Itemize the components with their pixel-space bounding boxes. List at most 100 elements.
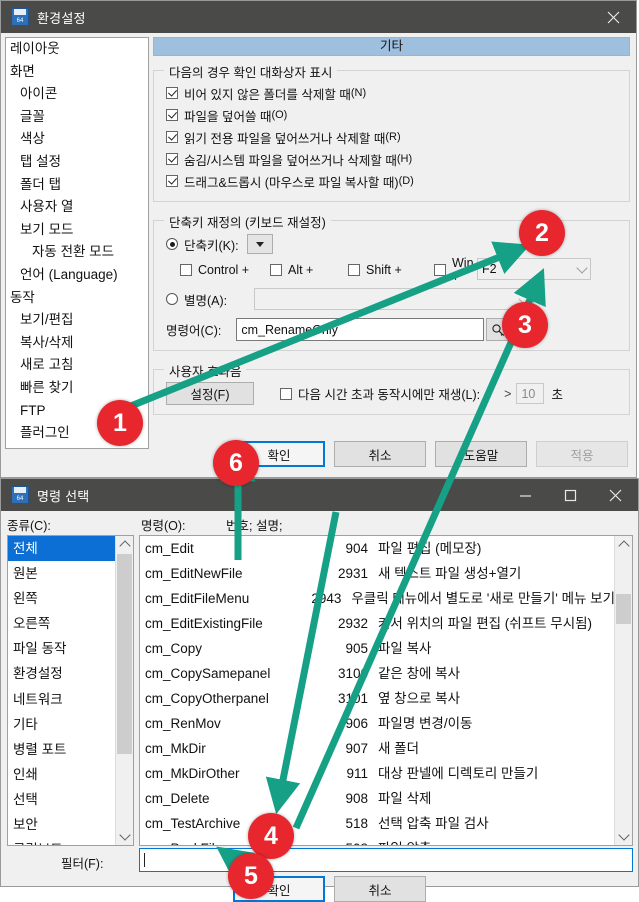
modifier-alt[interactable]: Alt + (270, 263, 313, 277)
hotkey-key-chevron-icon[interactable] (576, 262, 588, 278)
category-item-4[interactable]: 파일 동작 (8, 636, 116, 661)
close-icon[interactable] (593, 479, 638, 511)
command-clear-button[interactable] (514, 318, 539, 341)
checkbox[interactable] (434, 264, 446, 276)
sound-timeout-checkbox[interactable] (280, 387, 292, 400)
category-item-0[interactable]: 전체 (8, 536, 116, 562)
tree-item-1[interactable]: 화면 (6, 61, 148, 84)
command-button-0[interactable]: 확인 (233, 876, 325, 902)
command-row-4[interactable]: cm_Copy 905 파일 복사 (140, 636, 615, 661)
sound-settings-button[interactable]: 설정(F) (166, 382, 254, 405)
tree-item-3[interactable]: 글꼴 (6, 106, 148, 129)
command-row-12[interactable]: cm_PackFiles508파일 압축 (140, 836, 615, 845)
checkbox[interactable] (180, 264, 192, 276)
category-item-8[interactable]: 병렬 포트 (8, 737, 116, 762)
radio-hotkey[interactable] (166, 238, 178, 250)
scroll-up-icon[interactable] (116, 536, 133, 553)
command-row-9[interactable]: cm_MkDirOther 911 대상 판넬에 디렉토리 만들기 (140, 761, 615, 786)
confirm-checkbox-row-1[interactable]: 파일을 덮어쓸 때 (O) (166, 105, 619, 125)
category-item-2[interactable]: 왼쪽 (8, 586, 116, 611)
command-scrollbar[interactable] (614, 536, 632, 845)
alias-chevron-icon[interactable] (518, 293, 530, 309)
command-row-6[interactable]: cm_CopyOtherpanel 3101 옆 창으로 복사 (140, 686, 615, 711)
radio-alias[interactable] (166, 293, 178, 305)
command-row-8[interactable]: cm_MkDir 907 새 폴더 (140, 736, 615, 761)
settings-tree[interactable]: 레이아웃 화면 아이콘 글꼴 색상 탭 설정 폴더 탭 사용자 열 보기 모드 자동 전환 모드 언… (5, 37, 149, 449)
tree-item-14[interactable]: 새로 고침 (6, 354, 148, 377)
command-window-controls (503, 479, 638, 511)
tree-item-2[interactable]: 아이콘 (6, 83, 148, 106)
command-row-0[interactable]: cm_Edit 904 파일 편집 (메모장) (140, 536, 615, 561)
tree-item-9[interactable]: 자동 전환 모드 (6, 241, 148, 264)
command-field[interactable]: cm_RenameOnly (236, 318, 485, 341)
tree-item-12[interactable]: 보기/편집 (6, 309, 148, 332)
command-row-1[interactable]: cm_EditNewFile 2931 새 텍스트 파일 생성+열기 (140, 561, 615, 586)
checkbox[interactable] (166, 109, 178, 121)
checkbox[interactable] (348, 264, 360, 276)
settings-button-0[interactable]: 확인 (233, 441, 325, 467)
scroll-down-icon[interactable] (615, 828, 632, 845)
hotkey-key-field[interactable]: F2 (477, 258, 591, 280)
category-scroll-thumb[interactable] (117, 554, 132, 754)
tree-item-17[interactable]: 플러그인 (6, 422, 148, 445)
settings-button-2[interactable]: 도움말 (435, 441, 527, 467)
command-row-10[interactable]: cm_Delete 908 파일 삭제 (140, 786, 615, 811)
category-item-3[interactable]: 오른쪽 (8, 611, 116, 636)
tree-item-8[interactable]: 보기 모드 (6, 219, 148, 242)
minimize-icon[interactable] (503, 479, 548, 511)
category-item-9[interactable]: 인쇄 (8, 762, 116, 787)
modifier-control[interactable]: Control + (180, 263, 249, 277)
tree-item-11[interactable]: 동작 (6, 287, 148, 310)
category-item-6[interactable]: 네트워크 (8, 687, 116, 712)
tree-item-4[interactable]: 색상 (6, 128, 148, 151)
modifier-win[interactable]: Win + (434, 256, 474, 284)
tree-item-15[interactable]: 빠른 찾기 (6, 377, 148, 400)
command-name: cm_CopySamepanel (145, 666, 271, 681)
checkbox[interactable] (166, 175, 178, 187)
confirm-checkbox-row-3[interactable]: 숨김/시스템 파일을 덮어쓰거나 삭제할 때 (H) (166, 149, 619, 169)
checkbox[interactable] (166, 131, 178, 143)
modifier-shift[interactable]: Shift + (348, 263, 402, 277)
close-icon[interactable] (591, 1, 636, 33)
category-item-11[interactable]: 보안 (8, 812, 116, 837)
tree-item-5[interactable]: 탭 설정 (6, 151, 148, 174)
confirm-checkbox-row-4[interactable]: 드래그&드롭시 (마우스로 파일 복사할 때) (D) (166, 171, 619, 191)
command-scroll-thumb[interactable] (616, 594, 631, 624)
filter-input[interactable] (139, 848, 633, 872)
checkbox[interactable] (166, 87, 178, 99)
maximize-icon[interactable] (548, 479, 593, 511)
command-browse-button[interactable] (486, 318, 511, 341)
category-item-5[interactable]: 환경설정 (8, 661, 116, 686)
category-item-7[interactable]: 기타 (8, 712, 116, 737)
command-row-2[interactable]: cm_EditFileMenu 2943 우클릭 메뉴에서 별도로 '새로 만들기'… (140, 586, 615, 611)
command-listbox[interactable]: cm_Edit 904 파일 편집 (메모장) cm_EditNewFile 2931 새… (139, 535, 633, 846)
category-item-1[interactable]: 원본 (8, 561, 116, 586)
command-row-11[interactable]: cm_TestArchive 518 선택 압축 파일 검사 (140, 811, 615, 836)
hotkey-preset-dropdown[interactable] (246, 234, 273, 254)
checkbox[interactable] (166, 153, 178, 165)
alias-field[interactable] (254, 288, 535, 310)
settings-button-1[interactable]: 취소 (334, 441, 426, 467)
confirm-checkbox-row-0[interactable]: 비어 있지 않은 폴더를 삭제할 때 (N) (166, 83, 619, 103)
tree-item-7[interactable]: 사용자 열 (6, 196, 148, 219)
category-item-12[interactable]: 클립보드 (8, 837, 116, 845)
tree-item-10[interactable]: 언어 (Language) (6, 264, 148, 287)
confirm-checkbox-row-2[interactable]: 읽기 전용 파일을 덮어쓰거나 삭제할 때 (R) (166, 127, 619, 147)
seconds-field[interactable]: 10 (516, 383, 545, 404)
category-item-10[interactable]: 선택 (8, 787, 116, 812)
command-row-7[interactable]: cm_RenMov 906 파일명 변경/이동 (140, 711, 615, 736)
command-row-3[interactable]: cm_EditExistingFile 2932 커서 위치의 파일 편집 (쉬프트… (140, 611, 615, 636)
category-listbox[interactable]: 전체원본왼쪽오른쪽파일 동작환경설정네트워크기타병렬 포트인쇄선택보안클립보드F… (7, 535, 134, 846)
command-button-1[interactable]: 취소 (334, 876, 426, 902)
command-row-5[interactable]: cm_CopySamepanel 3100 같은 창에 복사 (140, 661, 615, 686)
checkbox[interactable] (270, 264, 282, 276)
category-scrollbar[interactable] (115, 536, 133, 845)
scroll-down-icon[interactable] (116, 828, 133, 845)
tree-item-6[interactable]: 폴더 탭 (6, 174, 148, 197)
tree-item-0[interactable]: 레이아웃 (6, 38, 148, 61)
tree-item-16[interactable]: FTP (6, 400, 148, 423)
tree-item-13[interactable]: 복사/삭제 (6, 332, 148, 355)
tree-item-18[interactable]: 썸네일 (6, 445, 148, 449)
scroll-up-icon[interactable] (615, 536, 632, 553)
command-titlebar: 명령 선택 (1, 479, 638, 511)
